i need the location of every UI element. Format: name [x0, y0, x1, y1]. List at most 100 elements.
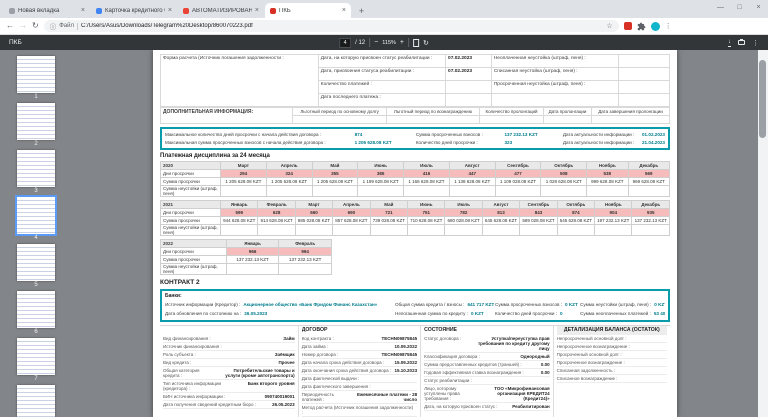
- browser-tab[interactable]: Новая вкладка ×: [4, 3, 90, 18]
- bookmark-star-icon[interactable]: ☆: [606, 22, 612, 30]
- penalty-cell: [257, 224, 296, 236]
- month-header: Июнь: [357, 161, 405, 170]
- thumbnail-page-number: 5: [34, 282, 38, 288]
- fit-page-icon[interactable]: [413, 38, 419, 47]
- reload-icon[interactable]: ↻: [32, 22, 39, 30]
- contract-field: Сумма неоплаченных платежей :53 406 KZT: [580, 311, 665, 316]
- details-label: Код контракта :: [301, 336, 334, 341]
- thumbnail-page[interactable]: 4: [15, 195, 57, 241]
- profile-avatar[interactable]: [650, 21, 660, 31]
- scrollbar[interactable]: [758, 50, 768, 417]
- month-header: Октябрь: [540, 161, 588, 170]
- tab-close-icon[interactable]: ×: [81, 7, 85, 14]
- close-button[interactable]: ×: [749, 0, 768, 15]
- pdf-page: Форма расчета (Источник погашения задолж…: [153, 50, 677, 417]
- extension-icon[interactable]: [623, 22, 632, 30]
- amount-overdue-cell: 999 628.08 KZT: [586, 177, 629, 186]
- details-field: Дата получения сведений кредитным бюро :…: [163, 401, 295, 409]
- details-value: TECHN09875845: [381, 336, 418, 341]
- zoom-in-icon[interactable]: +: [400, 39, 404, 46]
- details-value: Однородный: [520, 354, 550, 359]
- maximize-button[interactable]: □: [730, 0, 749, 15]
- thumbnail-page[interactable]: 6: [17, 291, 55, 335]
- month-header: Май: [311, 161, 359, 170]
- details-label: Дата получения сведений кредитным бюро :: [163, 402, 256, 407]
- forward-icon[interactable]: →: [19, 22, 27, 30]
- contract-field: Количество дней просрочки :0: [495, 311, 580, 316]
- address-bar[interactable]: ⓘ Файл C:/Users/Asus/Downloads/Telegram%…: [43, 20, 619, 32]
- thumbnail-page-number: 4: [34, 235, 38, 241]
- penalty-cell: [586, 185, 629, 197]
- penalty-cell: [594, 224, 633, 236]
- amount-overdue-cell: 969 628.08 KZT: [627, 177, 670, 186]
- thumbnail-page-number: 7: [34, 376, 38, 382]
- details-label: Классификация договора :: [424, 354, 480, 359]
- new-tab-button[interactable]: +: [355, 4, 368, 17]
- back-icon[interactable]: ←: [6, 22, 14, 30]
- zoom-out-icon[interactable]: −: [374, 39, 378, 46]
- browser-tab[interactable]: ПКБ ×: [265, 3, 351, 18]
- additional-info-value: [385, 115, 481, 124]
- contract-field: Общая сумма кредита / взносы :641 717 KZ…: [395, 302, 495, 307]
- thumbnail-page[interactable]: 8: [17, 385, 55, 417]
- download-icon[interactable]: ↓: [728, 39, 731, 47]
- thumbnail-page-number: 6: [34, 329, 38, 335]
- extensions-puzzle-icon[interactable]: [637, 22, 646, 31]
- thumbnail-page[interactable]: 2: [17, 103, 55, 147]
- discipline-table-2021: 2021 Январь Февраль Март Апрель Май Июнь Июль Ав…: [160, 200, 670, 236]
- details-field: Непросроченный основной долг :: [556, 335, 667, 343]
- row-label-days: Дни просрочки: [160, 208, 221, 217]
- tab-close-icon[interactable]: ×: [342, 7, 346, 14]
- thumbnail-page[interactable]: 7: [17, 338, 55, 382]
- rotate-icon[interactable]: ↻: [423, 39, 429, 47]
- details-header: [163, 326, 295, 335]
- additional-info-value: [479, 115, 544, 124]
- penalty-cell: [278, 263, 332, 275]
- details-label: БИН источника информации :: [163, 394, 226, 399]
- thumbnail-page[interactable]: 5: [17, 244, 55, 288]
- amount-overdue-cell: 739 028.08 KZT: [369, 216, 409, 225]
- print-icon[interactable]: [738, 39, 745, 45]
- browser-menu-icon[interactable]: ⋮: [665, 22, 672, 30]
- penalty-cell: [627, 185, 670, 197]
- pdf-more-icon[interactable]: ⋮: [752, 39, 759, 47]
- month-header: Июль: [403, 161, 450, 170]
- contract-field-value: 53 406 KZT: [653, 311, 665, 316]
- details-label: Дата, на которую присвоен статус :: [424, 404, 498, 409]
- scrollbar-thumb[interactable]: [759, 60, 766, 138]
- thumbnail-page[interactable]: 1: [17, 56, 55, 100]
- page-number-input[interactable]: 4: [339, 37, 352, 48]
- contract-field-value: 26.05.2023: [244, 311, 268, 316]
- field-value: [618, 67, 670, 81]
- penalty-cell: [403, 185, 450, 197]
- field-value: 07.02.2023: [445, 54, 492, 68]
- details-field: Непросроченное вознаграждение :: [556, 343, 667, 351]
- days-overdue-cell: 447: [448, 169, 496, 178]
- toolbar-divider: [408, 38, 409, 47]
- details-label: Списанное вознаграждение :: [556, 376, 618, 381]
- details-value: 0.00: [540, 370, 550, 375]
- browser-tab[interactable]: Карточка кредитного бюро×: [91, 3, 177, 18]
- summary-row: Максимальное количество дней просрочки с…: [165, 130, 665, 139]
- days-overdue-cell: 416: [403, 169, 450, 178]
- month-header: Июль: [444, 200, 483, 209]
- field-label: Списанная неустойка (штраф, пеня) :: [490, 67, 620, 81]
- tab-close-icon[interactable]: ×: [168, 7, 172, 14]
- contract-field-value: 0: [559, 311, 563, 316]
- browser-tab[interactable]: АВТОМАТИЗИРОВАННАЯ ИН...×: [178, 3, 264, 18]
- thumbnail-page[interactable]: 3: [17, 150, 55, 194]
- info-icon[interactable]: ⓘ: [50, 21, 57, 31]
- discipline-title: Платежная дисциплина за 24 месяца: [160, 153, 270, 159]
- month-header: Ноябрь: [586, 161, 629, 170]
- days-overdue-cell: 721: [369, 208, 409, 217]
- minimize-button[interactable]: —: [711, 0, 730, 15]
- details-value: Уступка/переуступка прав требования по к…: [477, 336, 550, 351]
- details-value: 15.10.2023: [394, 368, 418, 373]
- tab-close-icon[interactable]: ×: [255, 7, 259, 14]
- overdue-summary-box: Максимальное количество дней просрочки с…: [160, 127, 670, 150]
- summary-label: Сумма просроченных взносов :: [415, 131, 483, 137]
- contract-field-label: Сумма просроченных взносов :: [495, 302, 562, 307]
- days-overdue-cell: 324: [265, 169, 313, 178]
- days-overdue-cell: 628: [257, 208, 296, 217]
- zoom-level[interactable]: 115%: [382, 40, 396, 46]
